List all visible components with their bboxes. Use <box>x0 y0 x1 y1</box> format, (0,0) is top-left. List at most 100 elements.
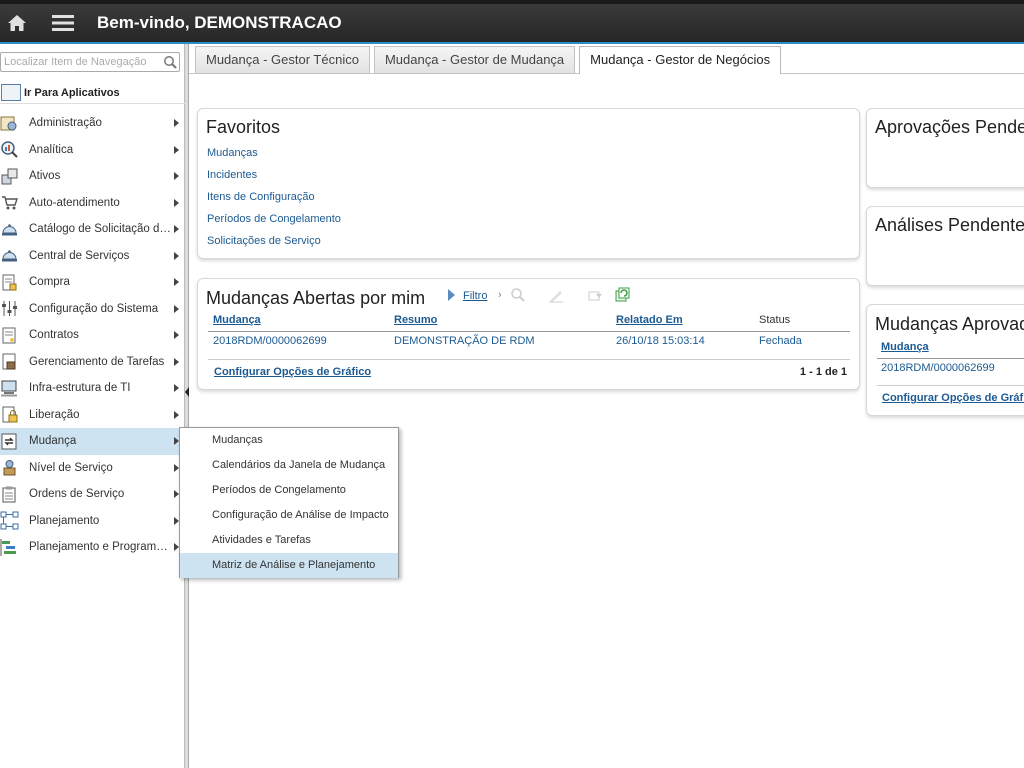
fav-link-mudancas[interactable]: Mudanças <box>207 147 258 159</box>
aprovacoes-title: Aprovações Pendentes <box>875 117 1024 137</box>
contract-icon <box>0 326 19 345</box>
goto-apps-button[interactable]: Ir Para Aplicativos <box>0 82 185 104</box>
sidebar-splitter[interactable] <box>185 44 189 768</box>
flyout-item[interactable]: Matriz de Análise e Planejamento <box>180 553 398 578</box>
submenu-arrow-icon <box>174 304 179 313</box>
submenu-arrow-icon <box>174 225 179 233</box>
configure-chart-options-link[interactable]: Configurar Opções de Gráfico <box>214 366 371 378</box>
search-icon[interactable] <box>163 55 177 69</box>
cell-mudanca[interactable]: 2018RDM/0000062699 <box>881 362 995 374</box>
flyout-item[interactable]: Configuração de Análise de Impacto <box>180 503 398 528</box>
sidebar-item-infra-estrutura-de-ti[interactable]: Infra-estrutura de TI <box>0 375 185 402</box>
sidebar-item-label: Catálogo de Solicitação de Serviço <box>29 223 171 236</box>
clipboard-icon <box>0 485 19 504</box>
flowchart-icon <box>0 511 19 530</box>
col-header-relatado-em[interactable]: Relatado Em <box>616 314 683 326</box>
configure-chart-options-link[interactable]: Configurar Opções de Gráfico <box>882 392 1024 404</box>
sidebar-item-label: Nível de Serviço <box>29 461 113 474</box>
sidebar-item-configuracao-do-sistema[interactable]: Configuração do Sistema <box>0 296 185 323</box>
cart-icon <box>0 193 19 212</box>
flyout-item[interactable]: Períodos de Congelamento <box>180 478 398 503</box>
analytics-icon <box>0 140 19 159</box>
col-header-status: Status <box>759 314 791 326</box>
tab-gestor-mudanca[interactable]: Mudança - Gestor de Mudança <box>373 46 576 73</box>
cell-mudanca[interactable]: 2018RDM/0000062699 <box>213 335 327 347</box>
submenu-arrow-icon <box>174 198 179 207</box>
scale-icon <box>0 458 19 477</box>
table-footer-divider <box>877 385 1024 386</box>
nav-search-input[interactable] <box>1 53 156 71</box>
cell-resumo[interactable]: DEMONSTRAÇÃO DE RDM <box>394 335 535 347</box>
filter-expand-icon[interactable] <box>448 289 455 301</box>
sidebar-item-label: Ordens de Serviço <box>29 488 125 501</box>
sidebar-item-label: Analítica <box>29 143 74 156</box>
refresh-icon[interactable] <box>614 287 630 303</box>
analises-title: Análises Pendentes <box>875 215 1024 235</box>
sliders-icon <box>0 299 19 318</box>
col-header-mudanca[interactable]: Mudança <box>881 341 929 353</box>
submenu-arrow-icon <box>174 357 179 366</box>
flyout-item[interactable]: Mudanças <box>180 428 398 453</box>
sidebar-item-gerenciamento-de-tarefas[interactable]: Gerenciamento de Tarefas <box>0 349 185 376</box>
submenu-arrow-icon <box>174 119 179 127</box>
sidebar-item-label: Administração <box>29 117 102 130</box>
home-icon[interactable] <box>0 4 34 42</box>
table-footer-divider <box>208 359 850 360</box>
fav-link-solicitacoes-servico[interactable]: Solicitações de Serviço <box>207 235 321 247</box>
fav-link-periodos-congelamento[interactable]: Períodos de Congelamento <box>207 213 341 225</box>
col-header-mudanca[interactable]: Mudança <box>213 314 261 326</box>
apps-icon <box>1 84 21 101</box>
sidebar-item-planejamento-e-programacao[interactable]: Planejamento e Programação <box>0 534 185 561</box>
sidebar-item-ativos[interactable]: Ativos <box>0 163 185 190</box>
clear-filter-icon[interactable] <box>548 287 564 303</box>
goto-apps-label: Ir Para Aplicativos <box>24 86 120 99</box>
fav-link-itens-configuracao[interactable]: Itens de Configuração <box>207 191 315 203</box>
sidebar-item-mudanca[interactable]: Mudança <box>0 428 185 455</box>
tab-gestor-negocios[interactable]: Mudança - Gestor de Negócios <box>579 46 782 74</box>
submenu-arrow-icon <box>174 384 179 392</box>
mudancas-abertas-portlet: Mudanças Abertas por mim Filtro › Mudanç… <box>197 278 860 390</box>
sidebar-item-central-de-servicos[interactable]: Central de Serviços <box>0 243 185 270</box>
aprovacoes-pendentes-portlet: Aprovações Pendentes <box>866 108 1024 188</box>
sidebar-item-ordens-de-servico[interactable]: Ordens de Serviço <box>0 481 185 508</box>
sidebar-item-label: Gerenciamento de Tarefas <box>29 355 165 368</box>
sidebar-item-analitica[interactable]: Analítica <box>0 137 185 164</box>
sidebar-item-liberacao[interactable]: Liberação <box>0 402 185 429</box>
hamburger-menu-icon[interactable] <box>46 4 80 42</box>
mudanca-flyout-menu: Mudanças Calendários da Janela de Mudança… <box>179 427 399 578</box>
col-header-resumo[interactable]: Resumo <box>394 314 437 326</box>
sidebar-item-administracao[interactable]: Administração <box>0 110 185 137</box>
sidebar-item-label: Liberação <box>29 408 80 421</box>
table-header-divider <box>208 331 850 332</box>
sidebar-item-catalogo-de-solicitacao-de-servico[interactable]: Catálogo de Solicitação de Serviço <box>0 216 185 243</box>
flyout-item[interactable]: Atividades e Tarefas <box>180 528 398 553</box>
favoritos-title: Favoritos <box>206 117 281 137</box>
chevron-right-icon: › <box>498 289 502 301</box>
search-icon[interactable] <box>510 287 526 303</box>
collapse-sidebar-icon[interactable] <box>184 386 190 398</box>
filter-link[interactable]: Filtro <box>463 290 487 302</box>
fav-link-incidentes[interactable]: Incidentes <box>207 169 257 181</box>
sidebar-item-label: Mudança <box>29 435 77 448</box>
flyout-item[interactable]: Calendários da Janela de Mudança <box>180 453 398 478</box>
analises-pendentes-portlet: Análises Pendentes <box>866 206 1024 286</box>
sidebar-item-compra[interactable]: Compra <box>0 269 185 296</box>
purchase-icon <box>0 273 19 292</box>
sidebar-item-contratos[interactable]: Contratos <box>0 322 185 349</box>
sidebar-item-planejamento[interactable]: Planejamento <box>0 508 185 535</box>
sidebar-item-label: Central de Serviços <box>29 249 130 262</box>
cell-relatado-em[interactable]: 26/10/18 15:03:14 <box>616 335 705 347</box>
tab-gestor-tecnico[interactable]: Mudança - Gestor Técnico <box>195 46 370 73</box>
lock-icon <box>0 405 19 424</box>
submenu-arrow-icon <box>174 278 179 286</box>
service-bell-icon <box>0 220 19 239</box>
mudancas-aprovadas-portlet: Mudanças Aprovadas Mudança 2018RDM/00000… <box>866 304 1024 416</box>
sidebar-item-label: Compra <box>29 276 70 289</box>
change-icon <box>0 432 19 451</box>
submenu-arrow-icon <box>174 145 179 154</box>
sidebar-item-nivel-de-servico[interactable]: Nível de Serviço <box>0 455 185 482</box>
sidebar-item-label: Auto-atendimento <box>29 196 120 209</box>
cell-status[interactable]: Fechada <box>759 335 802 347</box>
sidebar-item-auto-atendimento[interactable]: Auto-atendimento <box>0 190 185 217</box>
download-icon[interactable] <box>588 287 604 303</box>
